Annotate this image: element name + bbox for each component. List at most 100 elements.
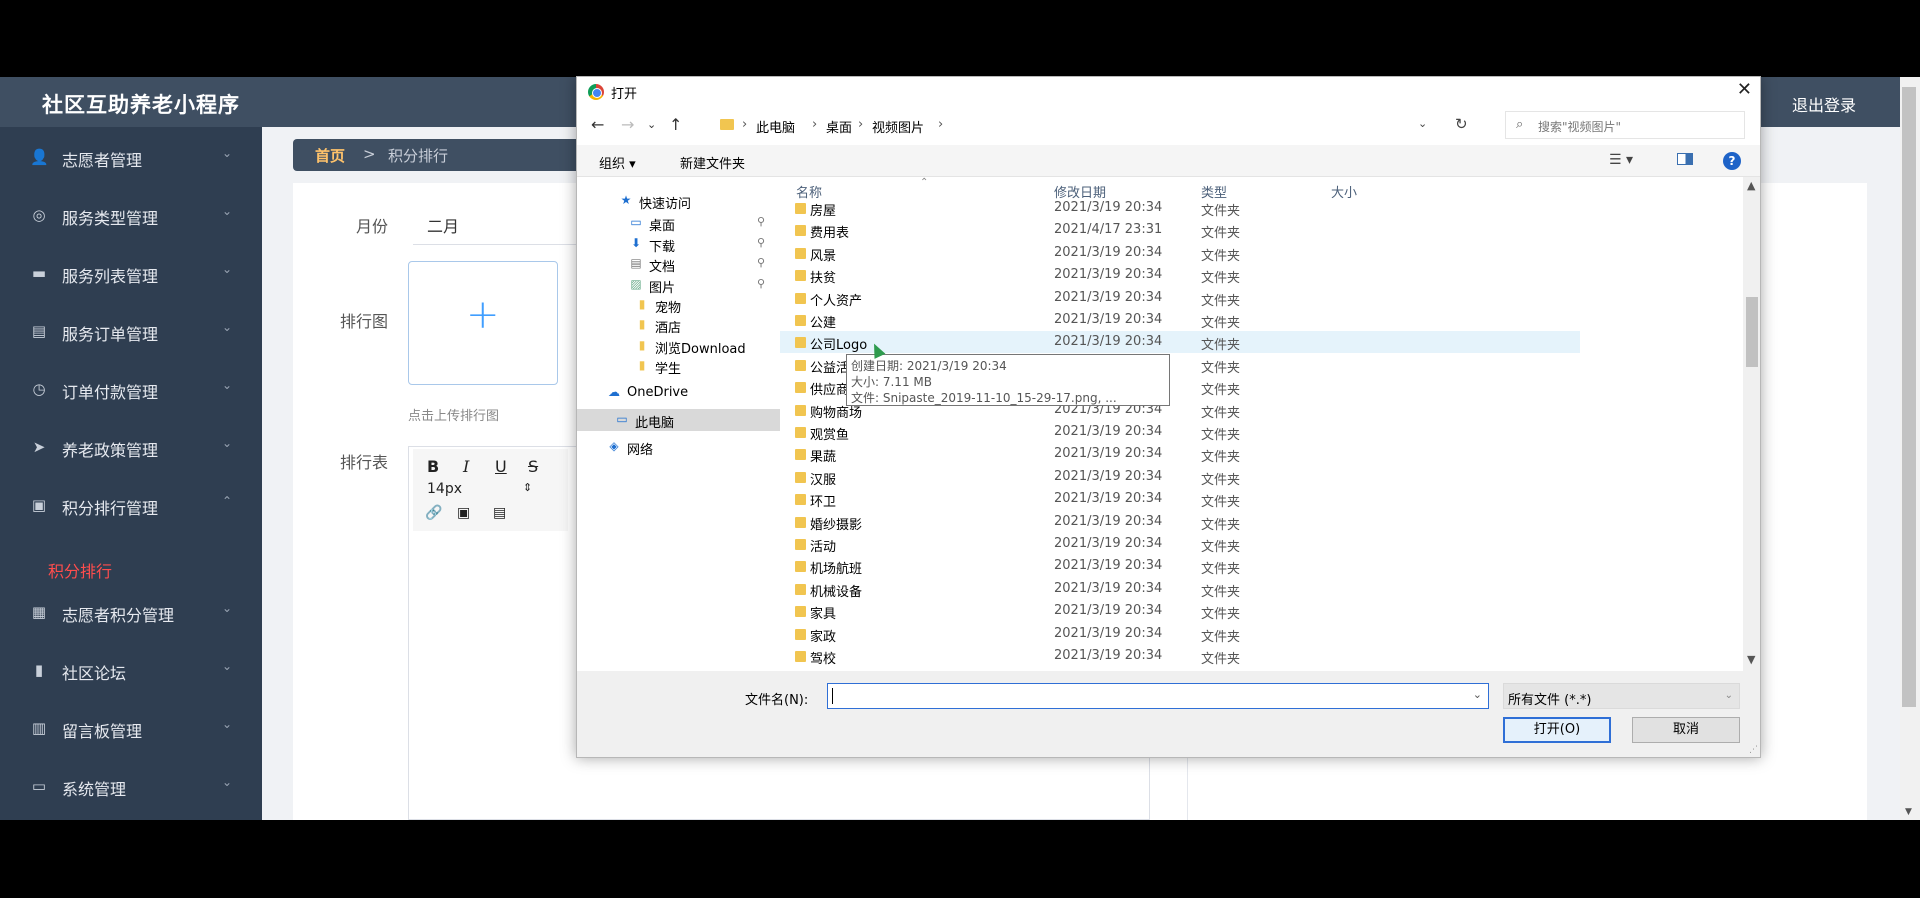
sidebar-item[interactable]: ▦ 志愿者积分管理 ⌄: [0, 587, 262, 637]
nav-item[interactable]: ▤ 文档 ⚲: [577, 253, 780, 275]
file-modified-date: 2021/3/19 20:34: [1054, 491, 1163, 507]
open-button[interactable]: 打开(O): [1503, 717, 1611, 743]
file-type: 文件夹: [1201, 584, 1241, 600]
nav-item[interactable]: ▨ 图片 ⚲: [577, 274, 780, 296]
path-segment-desktop[interactable]: 桌面: [826, 117, 852, 136]
file-row[interactable]: 个人资产 2021/3/19 20:34 文件夹: [780, 287, 1580, 309]
nav-item[interactable]: ★ 快速访问: [577, 190, 780, 213]
file-row[interactable]: 扶贫 2021/3/19 20:34 文件夹: [780, 264, 1580, 286]
file-row[interactable]: 家具 2021/3/19 20:34 文件夹: [780, 600, 1580, 622]
file-row[interactable]: 果蔬 2021/3/19 20:34 文件夹: [780, 443, 1580, 465]
scroll-down-icon[interactable]: ▼: [1905, 807, 1912, 817]
file-row[interactable]: 环卫 2021/3/19 20:34 文件夹: [780, 488, 1580, 510]
video-icon[interactable]: ▤: [493, 505, 506, 521]
file-row[interactable]: 家政 2021/3/19 20:34 文件夹: [780, 623, 1580, 645]
sidebar-item[interactable]: ▭ 系统管理 ⌄: [0, 761, 262, 811]
preview-pane-icon[interactable]: [1677, 153, 1693, 165]
search-input[interactable]: ⌕ 搜索"视频图片": [1505, 111, 1745, 139]
help-icon[interactable]: ?: [1723, 152, 1741, 170]
page-scrollbar-thumb[interactable]: [1902, 87, 1916, 707]
close-icon[interactable]: ✕: [1737, 79, 1752, 100]
sidebar-item[interactable]: 👤 志愿者管理 ⌄: [0, 132, 262, 182]
nav-item[interactable]: ▮ 浏览Download: [577, 335, 780, 358]
path-segment-pc[interactable]: 此电脑: [756, 117, 795, 136]
nav-item[interactable]: ☁ OneDrive: [577, 382, 780, 404]
filename-input[interactable]: ⌄: [827, 683, 1489, 709]
italic-icon[interactable]: I: [463, 457, 469, 476]
sidebar-item[interactable]: ▤ 服务订单管理 ⌄: [0, 306, 262, 356]
dialog-title: 打开: [611, 87, 638, 102]
star-icon: ★: [620, 193, 632, 207]
path-segment-videos[interactable]: 视频图片: [872, 117, 924, 136]
file-type: 文件夹: [1201, 629, 1241, 645]
file-list-scrollbar-thumb[interactable]: [1746, 297, 1758, 367]
file-row[interactable]: 费用表 2021/4/17 23:31 文件夹: [780, 219, 1580, 241]
view-options-icon[interactable]: ☰ ▾: [1609, 152, 1633, 168]
breadcrumb-home[interactable]: 首页: [315, 145, 345, 166]
nav-item[interactable]: ▮ 宠物: [577, 294, 780, 317]
filetype-select[interactable]: 所有文件 (*.*) ⌄: [1503, 683, 1740, 709]
file-list-scrollbar[interactable]: ▲ ▼: [1743, 177, 1760, 671]
monitor-icon: ▬: [31, 264, 47, 282]
tooltip-size: 大小: 7.11 MB: [851, 375, 932, 389]
screen: 社区互助养老小程序 退出登录 👤 志愿者管理 ⌄ ◎ 服务类型管理 ⌄ ▬ 服务列表管理 ⌄ ▤ 服…: [0, 0, 1920, 898]
page-scrollbar[interactable]: ▼: [1900, 77, 1920, 820]
file-row[interactable]: 机械设备 2021/3/19 20:34 文件夹: [780, 578, 1580, 600]
address-bar[interactable]: › 此电脑 › 桌面 › 视频图片 › ⌄: [711, 111, 1441, 139]
file-row[interactable]: 公司Logo 2021/3/19 20:34 文件夹: [780, 331, 1580, 354]
nav-item[interactable]: ⬇ 下载 ⚲: [577, 233, 780, 255]
up-arrow-icon[interactable]: ↑: [669, 115, 682, 134]
sidebar-item[interactable]: ◎ 服务类型管理 ⌄: [0, 190, 262, 240]
address-dropdown-icon[interactable]: ⌄: [1418, 117, 1427, 130]
folder-icon: [795, 561, 806, 573]
file-row[interactable]: 公建 2021/3/19 20:34 文件夹: [780, 309, 1580, 331]
sidebar-item[interactable]: ▣ 积分排行管理 ⌃: [0, 480, 262, 530]
upload-chart-button[interactable]: +: [408, 261, 558, 385]
nav-item[interactable]: ▮ 酒店: [577, 314, 780, 337]
nav-item[interactable]: ▭ 此电脑: [577, 409, 780, 431]
file-row[interactable]: 汉服 2021/3/19 20:34 文件夹: [780, 466, 1580, 488]
file-row[interactable]: 驾校 2021/3/19 20:34 文件夹: [780, 645, 1580, 667]
nav-item[interactable]: ▮ 学生: [577, 355, 780, 378]
cancel-button[interactable]: 取消: [1632, 717, 1740, 743]
chevron-down-icon: ⌄: [221, 436, 232, 450]
new-folder-button[interactable]: 新建文件夹: [680, 153, 745, 172]
underline-icon[interactable]: U: [495, 457, 507, 476]
sidebar-item[interactable]: ▮ 社区论坛 ⌄: [0, 645, 262, 695]
logout-link[interactable]: 退出登录: [1792, 92, 1856, 116]
file-type: 文件夹: [1201, 383, 1241, 399]
file-row[interactable]: 风景 2021/3/19 20:34 文件夹: [780, 242, 1580, 264]
file-name: 费用表: [810, 226, 850, 242]
organize-button[interactable]: 组织 ▾: [599, 153, 636, 172]
image-icon[interactable]: ▣: [457, 505, 470, 521]
font-size-select[interactable]: 14px: [427, 481, 462, 497]
sidebar-item[interactable]: ◷ 订单付款管理 ⌄: [0, 364, 262, 414]
file-row[interactable]: 机场航班 2021/3/19 20:34 文件夹: [780, 555, 1580, 577]
sidebar-item[interactable]: ➤ 养老政策管理 ⌄: [0, 422, 262, 472]
resize-grip-icon[interactable]: ⋰: [1749, 745, 1758, 755]
file-tooltip: 创建日期: 2021/3/19 20:34 大小: 7.11 MB 文件: Snip…: [846, 354, 1170, 406]
scroll-down-icon[interactable]: ▼: [1747, 653, 1755, 666]
file-type: 文件夹: [1201, 540, 1241, 555]
strikethrough-icon[interactable]: S: [528, 457, 538, 476]
nav-item[interactable]: ▭ 桌面 ⚲: [577, 212, 780, 234]
link-icon[interactable]: 🔗: [425, 505, 442, 521]
chevron-down-icon[interactable]: ⌄: [1473, 688, 1482, 701]
file-row[interactable]: 观赏鱼 2021/3/19 20:34 文件夹: [780, 421, 1580, 443]
bold-icon[interactable]: B: [427, 457, 439, 476]
back-arrow-icon[interactable]: ←: [591, 115, 604, 134]
forward-arrow-icon[interactable]: →: [621, 115, 634, 134]
sidebar-subitem-active[interactable]: 积分排行: [48, 558, 112, 582]
recent-chevron-icon[interactable]: ⌄: [647, 118, 656, 131]
sidebar-item[interactable]: ▬ 服务列表管理 ⌄: [0, 248, 262, 298]
network-icon: ◈: [609, 439, 619, 453]
chevron-down-icon: ⌄: [221, 262, 232, 276]
file-row[interactable]: 活动 2021/3/19 20:34 文件夹: [780, 533, 1580, 555]
sidebar-item[interactable]: ▥ 留言板管理 ⌄: [0, 703, 262, 753]
file-row[interactable]: 婚纱摄影 2021/3/19 20:34 文件夹: [780, 511, 1580, 533]
font-size-arrows-icon[interactable]: ⇕: [523, 481, 532, 494]
scroll-up-icon[interactable]: ▲: [1747, 179, 1755, 192]
refresh-icon[interactable]: ↻: [1455, 115, 1468, 133]
nav-item[interactable]: ◈ 网络: [577, 436, 780, 459]
file-row[interactable]: 房屋 2021/3/19 20:34 文件夹: [780, 197, 1580, 219]
